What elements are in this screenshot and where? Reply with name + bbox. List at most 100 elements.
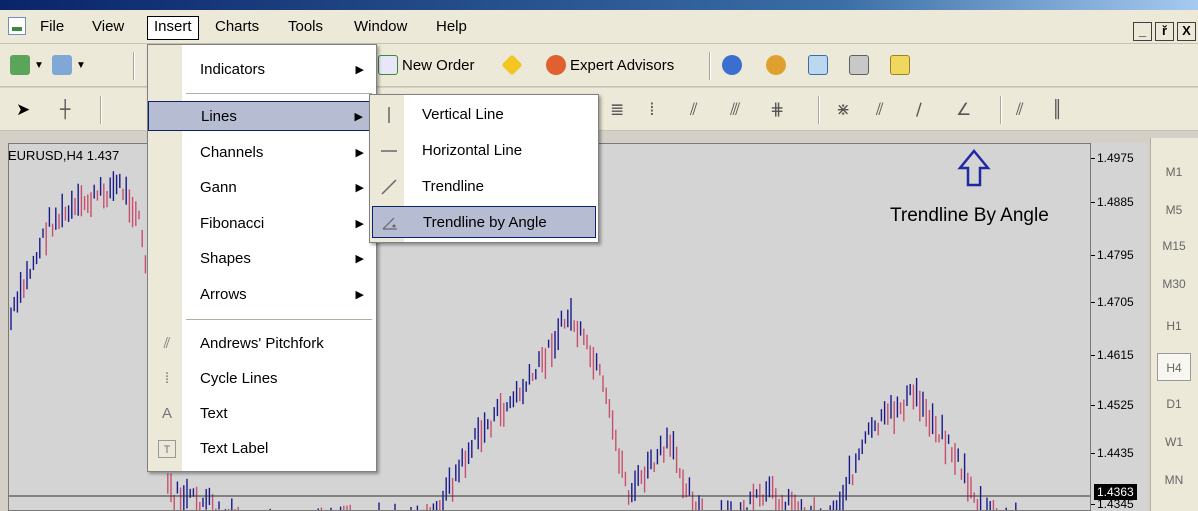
help-button[interactable] — [722, 52, 742, 78]
gann-fan-icon[interactable]: ⫽ — [876, 100, 884, 120]
gann-grid-icon[interactable]: ⋇ — [836, 100, 850, 120]
pitchfork-icon: ⫽ — [163, 335, 171, 352]
menu-item-lines[interactable]: Lines ▶ — [148, 101, 376, 131]
menu-item-label: Arrows — [200, 286, 247, 303]
menu-view[interactable]: View — [86, 16, 130, 40]
fibo-fan-icon[interactable]: ≣ — [610, 100, 624, 120]
menu-charts[interactable]: Charts — [209, 16, 265, 40]
submenu-arrow-icon: ▶ — [355, 64, 364, 76]
profiles-button[interactable]: ▼ — [52, 52, 86, 78]
restore-button[interactable]: ř — [1155, 22, 1174, 41]
price-level: 1.4705 — [1091, 295, 1134, 309]
tf-w1[interactable]: W1 — [1157, 428, 1191, 456]
insert-menu: Indicators ▶ Lines ▶ Channels ▶ Gann ▶ F… — [147, 44, 377, 472]
menu-item-arrows[interactable]: Arrows ▶ — [148, 280, 376, 310]
submenu-arrow-icon: ▶ — [355, 182, 364, 194]
autotrading-button[interactable] — [501, 52, 523, 78]
tf-mn[interactable]: MN — [1157, 466, 1191, 494]
menu-item-horizontal-line[interactable]: Horizontal Line — [372, 135, 596, 167]
printer-icon — [849, 55, 869, 75]
menu-window[interactable]: Window — [348, 16, 413, 40]
timeframe-panel: M1 M5 M15 M30 H1 H4 D1 W1 MN — [1150, 138, 1198, 511]
chart-symbol-label: EURUSD,H4 1.437 — [8, 148, 120, 163]
toolbar-separator — [818, 96, 820, 124]
tf-m1[interactable]: M1 — [1157, 158, 1191, 186]
new-order-label: New Order — [402, 56, 475, 74]
new-chart-button[interactable]: ▼ — [10, 52, 44, 78]
trendline-angle-tool-icon[interactable]: ∠ — [956, 100, 971, 120]
menu-bar: File View Insert Charts Tools Window Hel… — [0, 10, 1198, 44]
fibo-arcs-icon[interactable]: ⫽ — [690, 100, 698, 120]
menu-item-label: Gann — [200, 179, 237, 196]
menu-item-label: Horizontal Line — [422, 142, 523, 159]
menu-file[interactable]: File — [34, 16, 70, 40]
menu-help[interactable]: Help — [430, 16, 473, 40]
text-icon: A — [161, 405, 172, 422]
menu-item-gann[interactable]: Gann ▶ — [148, 173, 376, 203]
menu-item-shapes[interactable]: Shapes ▶ — [148, 244, 376, 274]
menu-item-text[interactable]: A Text — [148, 399, 376, 429]
print-button[interactable] — [849, 52, 869, 78]
tf-h1[interactable]: H1 — [1157, 312, 1191, 340]
menu-insert[interactable]: Insert — [147, 16, 199, 40]
gann-line-icon[interactable]: ∕ — [916, 100, 922, 120]
menu-separator — [186, 319, 372, 320]
fullscreen-icon — [808, 55, 828, 75]
expert-advisors-label: Expert Advisors — [570, 56, 675, 74]
tf-m15[interactable]: M15 — [1157, 232, 1191, 260]
tf-h4[interactable]: H4 — [1157, 353, 1191, 381]
fibo-expansion-icon[interactable]: ⋕ — [770, 100, 784, 120]
fullscreen-button[interactable] — [808, 52, 828, 78]
fibo-channel-icon[interactable]: ⫻ — [730, 100, 740, 120]
window-title-strip — [0, 0, 1198, 10]
menu-item-trendline-by-angle[interactable]: Trendline by Angle — [372, 206, 596, 238]
toolbar-separator — [133, 52, 135, 80]
menu-item-label: Text — [200, 405, 228, 422]
cycle-lines-icon: ⦙ — [165, 370, 169, 387]
menu-item-trendline[interactable]: Trendline — [372, 171, 596, 203]
minimize-button[interactable]: _ — [1133, 22, 1152, 41]
tf-d1[interactable]: D1 — [1157, 390, 1191, 418]
print-preview-button[interactable] — [890, 52, 910, 78]
accounts-button[interactable] — [766, 52, 786, 78]
fibo-timezones-icon[interactable]: ⦙ — [650, 100, 654, 120]
help-icon — [722, 55, 742, 75]
menu-item-label: Channels — [200, 144, 264, 161]
menu-item-vertical-line[interactable]: Vertical Line — [372, 99, 596, 131]
menu-item-fibonacci[interactable]: Fibonacci ▶ — [148, 209, 376, 239]
submenu-arrow-icon: ▶ — [355, 218, 364, 230]
expert-advisors-button[interactable]: Expert Advisors — [546, 52, 674, 78]
lines-submenu: Vertical Line Horizontal Line Trendline … — [369, 94, 599, 243]
submenu-arrow-icon: ▶ — [355, 289, 364, 301]
price-level: 1.4975 — [1091, 151, 1134, 165]
new-order-button[interactable]: New Order — [378, 52, 475, 78]
menu-item-cycle-lines[interactable]: ⦙ Cycle Lines — [148, 364, 376, 394]
toolbar-grip-icon: ║ — [1052, 100, 1063, 120]
menu-item-channels[interactable]: Channels ▶ — [148, 138, 376, 168]
toolbar-separator — [709, 52, 711, 80]
crosshair-icon[interactable]: ┼ — [60, 100, 70, 120]
profiles-icon — [52, 55, 72, 75]
price-level: 1.4615 — [1091, 348, 1134, 362]
menu-item-label: Trendline — [422, 178, 484, 195]
menu-item-andrews-pitchfork[interactable]: ⫽ Andrews' Pitchfork — [148, 329, 376, 359]
users-icon — [766, 55, 786, 75]
menu-item-label: Cycle Lines — [200, 370, 278, 387]
tf-m5[interactable]: M5 — [1157, 196, 1191, 224]
menu-item-label: Andrews' Pitchfork — [200, 335, 324, 352]
pitchfork-tool-icon[interactable]: ⫽ — [1016, 100, 1024, 120]
trendline-icon — [381, 179, 397, 195]
menu-tools[interactable]: Tools — [282, 16, 329, 40]
new-order-icon — [378, 55, 398, 75]
price-level: 1.4795 — [1091, 248, 1134, 262]
submenu-arrow-icon: ▶ — [355, 147, 364, 159]
cursor-icon[interactable]: ➤ — [16, 100, 30, 120]
diamond-icon — [501, 54, 523, 76]
menu-item-label: Shapes — [200, 250, 251, 267]
tf-m30[interactable]: M30 — [1157, 270, 1191, 298]
menu-item-indicators[interactable]: Indicators ▶ — [148, 55, 376, 85]
menu-item-label: Indicators — [200, 61, 266, 78]
toolbar-separator — [100, 96, 102, 124]
close-button[interactable]: X — [1177, 22, 1196, 41]
menu-item-text-label[interactable]: T Text Label — [148, 434, 376, 464]
